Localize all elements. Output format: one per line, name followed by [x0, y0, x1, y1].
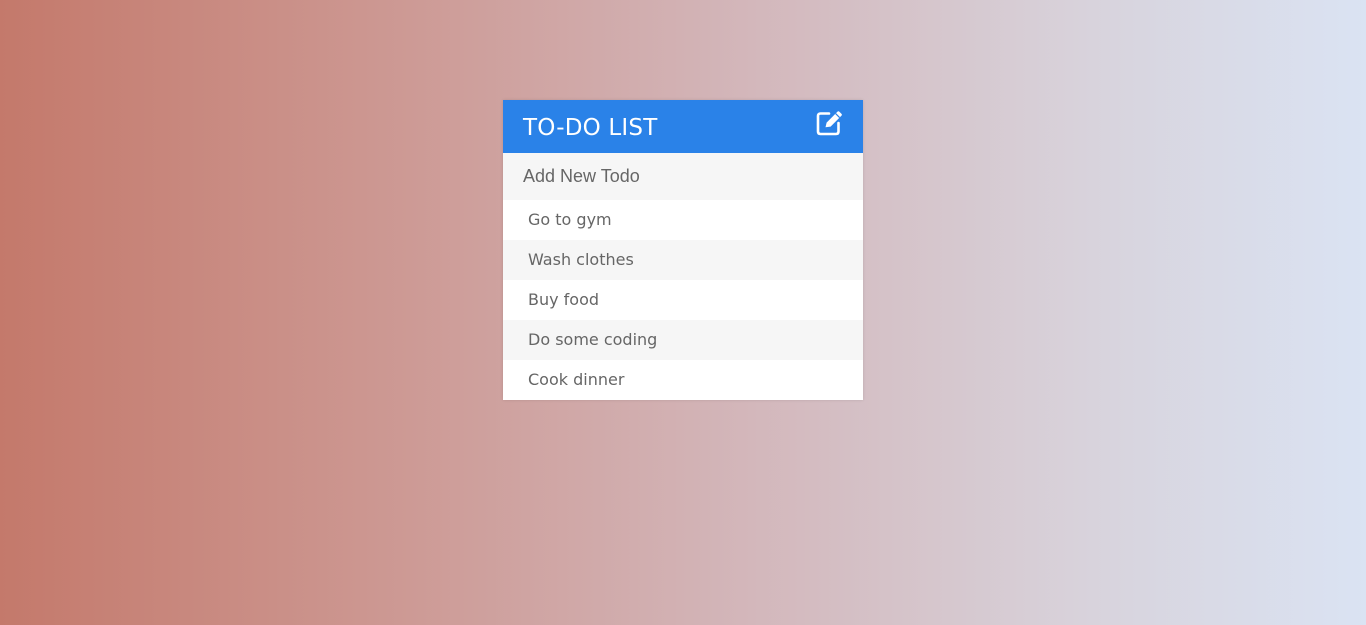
edit-icon[interactable] [816, 109, 844, 137]
add-todo-input[interactable] [503, 153, 863, 200]
todo-item[interactable]: Go to gym [503, 200, 863, 240]
todo-item[interactable]: Buy food [503, 280, 863, 320]
todo-item[interactable]: Cook dinner [503, 360, 863, 400]
todo-card: TO-DO LIST Go to gym Wash clothes Buy fo… [503, 100, 863, 400]
todo-item[interactable]: Do some coding [503, 320, 863, 360]
todo-item[interactable]: Wash clothes [503, 240, 863, 280]
todo-title: TO-DO LIST [523, 114, 658, 141]
todo-list: Go to gym Wash clothes Buy food Do some … [503, 200, 863, 400]
todo-header: TO-DO LIST [503, 100, 863, 153]
